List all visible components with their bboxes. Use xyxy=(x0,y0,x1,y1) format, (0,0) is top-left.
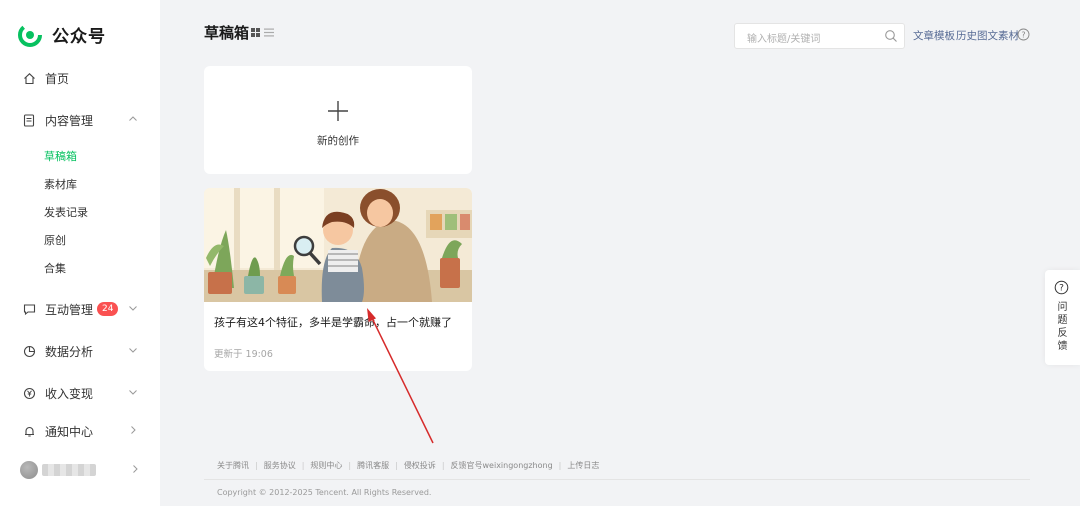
footer-separator: | xyxy=(558,461,562,470)
sidebar-item-label: 内容管理 xyxy=(45,113,94,128)
article-updated-time: 更新于 19:06 xyxy=(214,349,273,360)
grid-view-icon[interactable] xyxy=(251,28,260,37)
sidebar-item-label: 互动管理 xyxy=(45,302,94,317)
search-icon[interactable] xyxy=(884,29,898,43)
feedback-label: 问题反馈 xyxy=(1057,302,1068,352)
account-name-blurred[interactable] xyxy=(42,464,96,476)
pie-chart-icon xyxy=(22,344,36,358)
footer-divider xyxy=(204,479,1030,480)
new-creation-label: 新的创作 xyxy=(317,135,359,147)
footer-separator: | xyxy=(301,461,305,470)
draft-article-card[interactable]: 孩子有这4个特征，多半是学霸命，占一个就赚了 更新于 19:06 xyxy=(204,188,472,371)
question-icon: ? xyxy=(1054,280,1069,295)
history-materials-link[interactable]: 历史图文素材 xyxy=(956,28,1019,43)
search-placeholder: 输入标题/关键词 xyxy=(747,34,821,45)
chevron-down-icon[interactable] xyxy=(126,385,140,399)
avatar[interactable] xyxy=(20,461,38,479)
footer-link-infringement[interactable]: 侵权投诉 xyxy=(404,460,436,471)
sidebar-sub-publish-records[interactable]: 发表记录 xyxy=(44,204,88,222)
red-arrow-annotation xyxy=(367,308,434,444)
chevron-right-icon[interactable] xyxy=(126,423,140,437)
footer-separator: | xyxy=(348,461,352,470)
sidebar-sub-materials[interactable]: 素材库 xyxy=(44,176,77,194)
comment-icon xyxy=(22,302,36,316)
wechat-official-logo-icon xyxy=(18,22,42,47)
footer-separator: | xyxy=(441,461,445,470)
sidebar-item-label: 收入变现 xyxy=(45,386,94,401)
chevron-down-icon[interactable] xyxy=(126,343,140,357)
page-title: 草稿箱 xyxy=(204,24,250,42)
article-title[interactable]: 孩子有这4个特征，多半是学霸命，占一个就赚了 xyxy=(214,314,452,330)
footer-link-service-agreement[interactable]: 服务协议 xyxy=(264,460,296,471)
sidebar-item-label: 通知中心 xyxy=(45,424,94,439)
sidebar-sub-original[interactable]: 原创 xyxy=(44,232,66,250)
footer-separator: | xyxy=(255,461,258,470)
notification-badge: 24 xyxy=(97,302,119,316)
sidebar-item-notifications[interactable]: 通知中心 xyxy=(22,419,142,443)
help-icon[interactable]: ? xyxy=(1017,28,1030,41)
feedback-button[interactable]: ? 问题反馈 xyxy=(1045,270,1080,365)
article-cover-image xyxy=(204,188,472,302)
svg-text:?: ? xyxy=(1021,30,1025,39)
article-templates-link[interactable]: 文章模板 xyxy=(913,28,955,43)
footer-links: 关于腾讯 | 服务协议 | 规则中心 | 腾讯客服 | 侵权投诉 | 反馈官号weixin… xyxy=(217,460,599,471)
chevron-up-icon[interactable] xyxy=(126,112,140,126)
search-input[interactable]: 输入标题/关键词 xyxy=(734,23,905,49)
sidebar-sub-drafts[interactable]: 草稿箱 xyxy=(44,148,77,166)
logo[interactable]: 公众号 xyxy=(18,22,106,47)
chevron-down-icon[interactable] xyxy=(126,301,140,315)
sidebar-item-monetization[interactable]: 收入变现 xyxy=(22,381,142,405)
home-icon xyxy=(22,71,36,85)
footer-link-rules-center[interactable]: 规则中心 xyxy=(310,460,342,471)
new-creation-card[interactable]: 新的创作 xyxy=(204,66,472,174)
sidebar-sub-collections[interactable]: 合集 xyxy=(44,260,66,278)
document-icon xyxy=(22,113,36,127)
logo-text: 公众号 xyxy=(52,27,106,47)
sidebar-item-interaction[interactable]: 互动管理 24 xyxy=(22,297,142,321)
footer-link-upload-log[interactable]: 上传日志 xyxy=(567,460,599,471)
sidebar-item-home[interactable]: 首页 xyxy=(22,66,142,90)
footer-link-about[interactable]: 关于腾讯 xyxy=(217,460,249,471)
bell-icon xyxy=(22,424,36,438)
footer-link-customer-service[interactable]: 腾讯客服 xyxy=(357,460,389,471)
yuan-coin-icon xyxy=(22,386,36,400)
sidebar-item-label: 首页 xyxy=(45,71,70,86)
footer-link-feedback-account[interactable]: 反馈官号weixingongzhong xyxy=(451,460,553,471)
footer-separator: | xyxy=(395,461,398,470)
sidebar-item-content-management[interactable]: 内容管理 xyxy=(22,108,142,132)
svg-text:?: ? xyxy=(1059,284,1064,294)
plus-icon xyxy=(328,101,348,121)
list-view-icon[interactable] xyxy=(264,28,274,37)
copyright: Copyright © 2012-2025 Tencent. All Right… xyxy=(217,488,432,497)
sidebar-item-data-analysis[interactable]: 数据分析 xyxy=(22,339,142,363)
sidebar-item-label: 数据分析 xyxy=(45,344,94,359)
chevron-right-icon[interactable] xyxy=(128,462,142,476)
sidebar: 公众号 首页 内容管理 草稿箱 素材库 发表记录 原创 合集 互动管理 24 数… xyxy=(0,0,160,506)
